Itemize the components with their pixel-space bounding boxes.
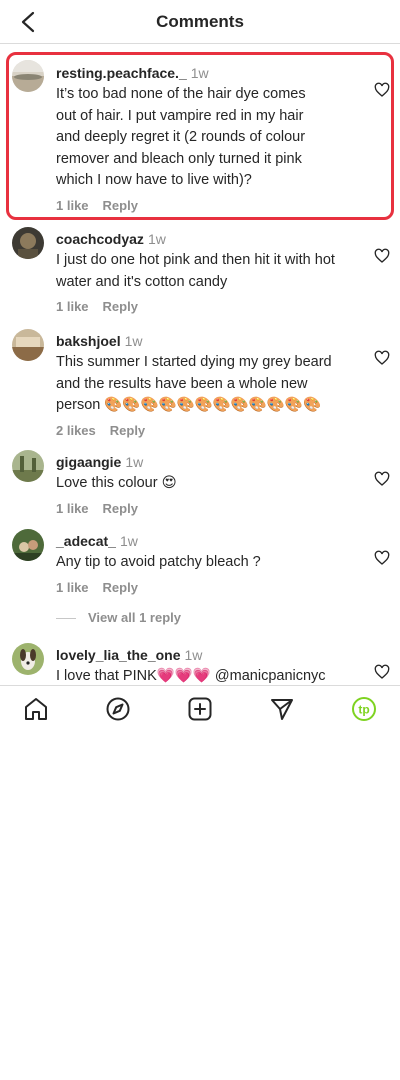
- like-count[interactable]: 1 like: [56, 198, 89, 213]
- comment-username[interactable]: resting.peachface._: [56, 65, 187, 81]
- like-heart-icon[interactable]: [374, 471, 390, 487]
- reply-button[interactable]: Reply: [110, 423, 145, 438]
- like-heart-icon[interactable]: [374, 350, 390, 366]
- reply-button[interactable]: Reply: [103, 501, 138, 516]
- comment-time: 1w: [124, 333, 143, 349]
- comments-list[interactable]: resting.peachface._ 1w It’s too bad none …: [0, 44, 400, 685]
- reply-button[interactable]: Reply: [103, 299, 138, 314]
- avatar[interactable]: [12, 450, 44, 482]
- like-heart-icon[interactable]: [374, 550, 390, 566]
- comment-time: 1w: [119, 533, 138, 549]
- profile-avatar-icon[interactable]: tp: [351, 696, 377, 722]
- reply-button[interactable]: Reply: [103, 580, 138, 595]
- comment-text: Any tip to avoid patchy bleach ?: [56, 554, 261, 570]
- view-replies-label: View all 1 reply: [88, 610, 181, 625]
- avatar[interactable]: [12, 643, 44, 675]
- explore-compass-icon[interactable]: [105, 696, 131, 722]
- like-count[interactable]: 1 like: [56, 299, 89, 314]
- comment-text: Love this colour 😍: [56, 475, 177, 491]
- avatar[interactable]: [12, 227, 44, 259]
- comment-username[interactable]: lovely_lia_the_one: [56, 647, 181, 663]
- comment-text: It’s too bad none of the hair dye comes …: [56, 86, 306, 188]
- avatar[interactable]: [12, 529, 44, 561]
- reply-thread-divider: [56, 618, 76, 620]
- comment-username[interactable]: coachcodyaz: [56, 231, 144, 247]
- comment-time: 1w: [190, 65, 209, 81]
- comment-username[interactable]: _adecat_: [56, 533, 116, 549]
- direct-send-icon[interactable]: [269, 696, 295, 722]
- create-plus-icon[interactable]: [187, 696, 213, 722]
- like-heart-icon[interactable]: [374, 248, 390, 264]
- reply-button[interactable]: Reply: [103, 198, 138, 213]
- comment-text: I just do one hot pink and then hit it w…: [56, 252, 335, 290]
- comment-text: This summer I started dying my grey bear…: [56, 354, 332, 413]
- page-title: Comments: [156, 12, 244, 31]
- like-count[interactable]: 1 like: [56, 580, 89, 595]
- avatar[interactable]: [12, 329, 44, 361]
- comment-time: 1w: [184, 647, 203, 663]
- profile-initials: tp: [358, 703, 369, 717]
- avatar[interactable]: [12, 60, 44, 92]
- home-icon[interactable]: [23, 696, 49, 722]
- top-bar: Comments: [0, 0, 400, 44]
- comment-time: 1w: [125, 454, 144, 470]
- like-count[interactable]: 1 like: [56, 501, 89, 516]
- like-heart-icon[interactable]: [374, 664, 390, 680]
- like-heart-icon[interactable]: [374, 82, 390, 98]
- view-replies-button[interactable]: View all 1 reply: [56, 610, 181, 625]
- like-count[interactable]: 2 likes: [56, 423, 96, 438]
- comment-username[interactable]: bakshjoel: [56, 333, 121, 349]
- comment-time: 1w: [147, 231, 166, 247]
- bottom-tab-bar: tp: [0, 685, 400, 731]
- comment-text: I love that PINK💗💗💗 @manicpanicnyc: [56, 668, 326, 684]
- comment-username[interactable]: gigaangie: [56, 454, 121, 470]
